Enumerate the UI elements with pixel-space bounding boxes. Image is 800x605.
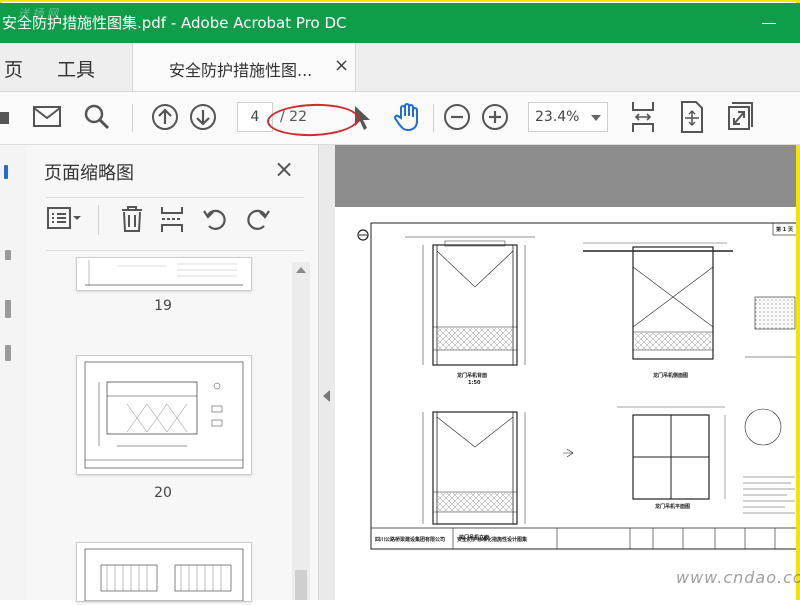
page-thumbnail[interactable] — [76, 257, 252, 291]
panel-title: 页面缩略图 — [44, 163, 134, 184]
page-label: 第 1 页 — [776, 227, 793, 233]
drawing-label: 龙门吊机背面 — [457, 373, 488, 379]
thumbnail-panel: 页面缩略图 × 19 20 — [26, 145, 318, 602]
site-stamp: www.cndao.com — [676, 568, 800, 587]
rotate-right-icon[interactable] — [244, 205, 272, 233]
scrollbar-thumb[interactable] — [295, 570, 307, 600]
page-thumbnail[interactable] — [76, 355, 252, 475]
rail-icon[interactable] — [5, 300, 11, 318]
pdf-page: 龙门吊机背面 龙门吊机侧面图 龙门吊机立面 龙门吊机平面图 1:50 四川公路桥… — [335, 207, 800, 600]
collapse-panel-icon[interactable] — [323, 390, 330, 402]
arrow-down-circle-icon[interactable] — [189, 103, 217, 131]
search-icon[interactable] — [84, 104, 110, 130]
atlas-label: 安全防护标准化措施性设计图集 — [457, 537, 528, 543]
minimize-icon[interactable] — [762, 23, 776, 24]
thumbnail-scrollbar[interactable] — [292, 262, 310, 600]
tab-document-label: 安全防护措施性图... — [169, 61, 313, 80]
site-watermark: 送 扬 网 — [18, 7, 58, 20]
chevron-down-icon — [591, 115, 601, 121]
title-bar: 安全防护措施性图集.pdf - Adobe Acrobat Pro DC 送 扬… — [0, 3, 800, 43]
document-view[interactable]: 龙门吊机背面 龙门吊机侧面图 龙门吊机立面 龙门吊机平面图 1:50 四川公路桥… — [335, 145, 800, 600]
thumbnail-drawing — [84, 548, 244, 602]
rotate-left-icon[interactable] — [201, 205, 229, 233]
thumbnail-drawing — [84, 361, 244, 469]
fit-page-icon[interactable] — [679, 101, 705, 133]
rail-icon[interactable] — [4, 165, 8, 179]
toolbar-separator — [132, 104, 133, 132]
close-icon[interactable]: × — [274, 155, 294, 183]
panel-splitter[interactable] — [318, 145, 335, 600]
toolbar-separator — [433, 104, 434, 132]
scale-label: 1:50 — [468, 380, 481, 386]
options-icon[interactable] — [46, 205, 82, 231]
hand-icon[interactable] — [393, 102, 423, 132]
drawing-label: 龙门吊机平面图 — [655, 504, 691, 510]
panel-divider — [46, 250, 304, 251]
drawing-label: 龙门吊机侧面图 — [653, 373, 689, 379]
trash-icon[interactable] — [120, 205, 144, 233]
zoom-value: 23.4% — [535, 109, 580, 125]
scroll-up-icon[interactable] — [296, 267, 306, 273]
tab-document[interactable]: 安全防护措施性图... × — [132, 43, 356, 91]
panel-divider — [46, 197, 304, 198]
page-thumbnail[interactable] — [76, 542, 252, 602]
print-icon[interactable] — [0, 106, 12, 130]
company-label: 四川公路桥梁建设集团有限公司 — [375, 537, 446, 543]
thumbnail-page-number: 20 — [154, 485, 172, 501]
tab-close-icon[interactable]: × — [334, 55, 349, 76]
mail-icon[interactable] — [33, 105, 61, 129]
thumbnail-page-number: 19 — [154, 298, 172, 314]
toolbar: 4 / 22 23.4% — [0, 92, 800, 145]
tab-tools[interactable]: 工具 — [57, 55, 95, 82]
zoom-in-icon[interactable] — [481, 103, 509, 131]
fit-width-icon[interactable] — [630, 100, 656, 134]
rail-icon[interactable] — [5, 345, 11, 361]
zoom-select[interactable]: 23.4% — [528, 102, 608, 132]
tab-bar: 页 工具 安全防护措施性图... × — [0, 43, 800, 92]
fullscreen-icon[interactable] — [727, 102, 755, 132]
thumbnail-drawing — [85, 260, 243, 286]
tab-home[interactable]: 页 — [4, 55, 23, 82]
extract-page-icon[interactable] — [159, 205, 185, 233]
zoom-out-icon[interactable] — [443, 103, 471, 131]
rail-icon[interactable] — [5, 250, 11, 260]
left-rail — [0, 145, 27, 600]
panel-separator — [98, 205, 99, 235]
arrow-up-circle-icon[interactable] — [151, 103, 179, 131]
